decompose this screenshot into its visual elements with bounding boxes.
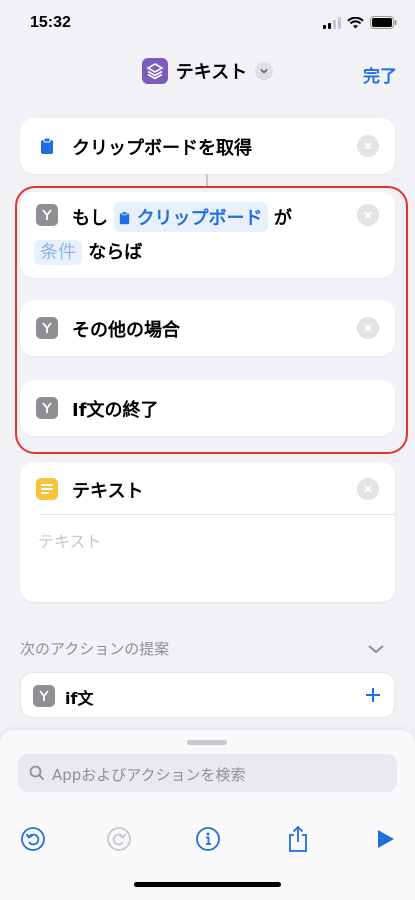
editor-toolbar: [0, 814, 415, 858]
plus-icon[interactable]: [364, 686, 382, 704]
chevron-down-icon: [255, 62, 274, 80]
if-row-2: 条件 ならば: [34, 238, 143, 265]
clipboard-variable-label: クリップボード: [136, 208, 263, 229]
clipboard-icon: [120, 211, 130, 225]
shortcuts-icon: [141, 58, 168, 84]
cellular-signal-icon: [323, 16, 341, 29]
clipboard-variable-pill[interactable]: クリップボード: [114, 202, 268, 232]
condition-placeholder[interactable]: 条件: [34, 240, 82, 265]
action-search-sheet: Appおよびアクションを検索: [0, 730, 415, 900]
undo-icon[interactable]: [18, 824, 48, 854]
chevron-down-icon[interactable]: [367, 640, 385, 659]
nav-title: テキスト: [175, 62, 248, 83]
if-action[interactable]: もし クリップボード が 条件 ならば: [20, 192, 395, 278]
text-lines-icon: [36, 478, 58, 500]
text-action[interactable]: テキスト テキスト: [20, 462, 395, 602]
done-button[interactable]: 完了: [363, 62, 397, 87]
remove-action-button[interactable]: [357, 478, 379, 500]
wifi-icon: [347, 16, 364, 28]
end-if-label: If文の終了: [72, 400, 159, 421]
suggestion-item-if[interactable]: if文: [20, 672, 395, 718]
y-branch-icon: [33, 685, 55, 707]
share-icon[interactable]: [283, 824, 313, 854]
search-icon: [29, 765, 45, 781]
if-ga: が: [273, 208, 292, 229]
clipboard-icon: [36, 135, 58, 157]
if-row-1: もし クリップボード が: [72, 202, 292, 232]
otherwise-label: その他の場合: [72, 320, 180, 341]
remove-action-button[interactable]: [357, 317, 379, 339]
status-icons: [323, 16, 397, 29]
status-time: 15:32: [30, 14, 71, 31]
redo-icon[interactable]: [104, 824, 134, 854]
text-input[interactable]: テキスト: [38, 528, 102, 552]
suggestions-header: 次のアクションの提案: [20, 640, 170, 658]
end-if-action[interactable]: If文の終了: [20, 380, 395, 436]
y-branch-icon: [36, 204, 58, 226]
battery-icon: [370, 16, 397, 29]
info-icon[interactable]: [193, 824, 223, 854]
get-clipboard-action[interactable]: クリップボードを取得: [20, 118, 395, 174]
shortcut-title-menu[interactable]: テキスト: [0, 58, 415, 84]
if-suffix: ならば: [88, 242, 143, 263]
get-clipboard-label: クリップボードを取得: [72, 138, 252, 159]
if-prefix: もし: [72, 208, 108, 229]
suggestion-label: if文: [65, 689, 94, 708]
y-branch-icon: [36, 317, 58, 339]
remove-action-button[interactable]: [357, 204, 379, 226]
otherwise-action[interactable]: その他の場合: [20, 300, 395, 356]
nav-bar: テキスト 完了: [0, 46, 415, 98]
home-indicator: [134, 882, 281, 887]
text-title-label: テキスト: [72, 481, 144, 502]
status-bar: 15:32: [0, 0, 415, 46]
search-field[interactable]: Appおよびアクションを検索: [18, 754, 397, 792]
sheet-grabber[interactable]: [187, 740, 227, 745]
search-input[interactable]: Appおよびアクションを検索: [52, 764, 246, 785]
remove-action-button[interactable]: [357, 135, 379, 157]
y-branch-icon: [36, 397, 58, 419]
play-icon[interactable]: [370, 824, 400, 854]
divider: [40, 514, 395, 515]
